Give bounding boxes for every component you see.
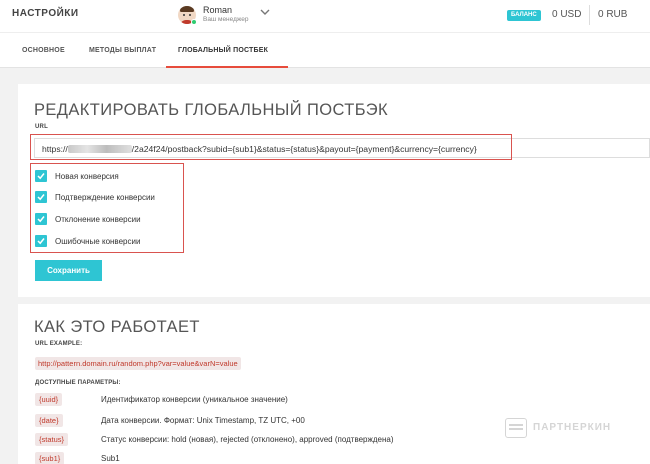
online-status-dot <box>191 19 197 25</box>
param-desc-uuid: Идентификатор конверсии (уникальное знач… <box>101 395 288 404</box>
how-it-works-card: КАК ЭТО РАБОТАЕТ URL EXAMPLE: http://pat… <box>18 304 650 464</box>
balance-badge: БАЛАНС <box>507 10 541 21</box>
edit-postback-title: РЕДАКТИРОВАТЬ ГЛОБАЛЬНЫЙ ПОСТБЭК <box>34 101 389 119</box>
chevron-down-icon[interactable] <box>260 8 270 16</box>
top-bar: НАСТРОЙКИ Roman Ваш менеджер БАЛАНС 0 US… <box>0 0 650 32</box>
param-desc-sub1: Sub1 <box>101 454 120 463</box>
balance-rub: 0 RUB <box>598 9 628 20</box>
checkbox-checked-icon[interactable] <box>35 170 47 182</box>
blurred-domain <box>67 145 132 153</box>
settings-tabs: ОСНОВНОЕ МЕТОДЫ ВЫПЛАТ ГЛОБАЛЬНЫЙ ПОСТБЕ… <box>0 32 650 68</box>
checkbox-checked-icon[interactable] <box>35 191 47 203</box>
params-label: ДОСТУПНЫЕ ПАРАМЕТРЫ: <box>35 380 121 386</box>
edit-postback-card: РЕДАКТИРОВАТЬ ГЛОБАЛЬНЫЙ ПОСТБЭК URL htt… <box>18 84 650 297</box>
balance-divider <box>589 5 590 25</box>
postback-url-value: https:// /2a24f24/postback?subid={sub1}&s… <box>42 144 477 154</box>
balance-usd: 0 USD <box>552 9 582 20</box>
param-desc-status: Статус конверсии: hold (новая), rejected… <box>101 435 394 444</box>
tab-payout-methods[interactable]: МЕТОДЫ ВЫПЛАТ <box>89 33 156 69</box>
url-prefix: https:// <box>42 144 68 154</box>
watermark-logo-icon <box>505 418 527 438</box>
param-tag-sub1: {sub1} <box>35 452 65 464</box>
checkbox-label: Подтверждение конверсии <box>55 193 155 202</box>
checkbox-label: Отклонение конверсии <box>55 215 141 224</box>
example-url: http://pattern.domain.ru/random.php?var=… <box>35 357 241 370</box>
param-tag-status: {status} <box>35 433 69 446</box>
param-desc-date: Дата конверсии. Формат: Unix Timestamp, … <box>101 416 305 425</box>
how-it-works-title: КАК ЭТО РАБОТАЕТ <box>34 318 200 336</box>
checkbox-label: Ошибочные конверсии <box>55 237 141 246</box>
url-suffix: /2a24f24/postback?subid={sub1}&status={s… <box>131 144 477 154</box>
save-button[interactable]: Сохранить <box>35 260 102 281</box>
page-title: НАСТРОЙКИ <box>12 8 79 19</box>
manager-name: Roman <box>203 5 233 15</box>
tab-basic[interactable]: ОСНОВНОЕ <box>22 33 65 69</box>
url-example-label: URL EXAMPLE: <box>35 341 83 347</box>
checkbox-checked-icon[interactable] <box>35 235 47 247</box>
tab-global-postback[interactable]: ГЛОБАЛЬНЫЙ ПОСТБЕК <box>178 33 268 69</box>
checkbox-checked-icon[interactable] <box>35 213 47 225</box>
checkbox-label: Новая конверсия <box>55 172 119 181</box>
active-tab-indicator <box>166 66 288 68</box>
param-tag-date: {date} <box>35 414 63 427</box>
watermark-text: ПАРТНЕРКИН <box>533 422 612 433</box>
param-tag-uuid: {uuid} <box>35 393 63 406</box>
url-label: URL <box>35 124 48 130</box>
manager-role: Ваш менеджер <box>203 16 249 23</box>
